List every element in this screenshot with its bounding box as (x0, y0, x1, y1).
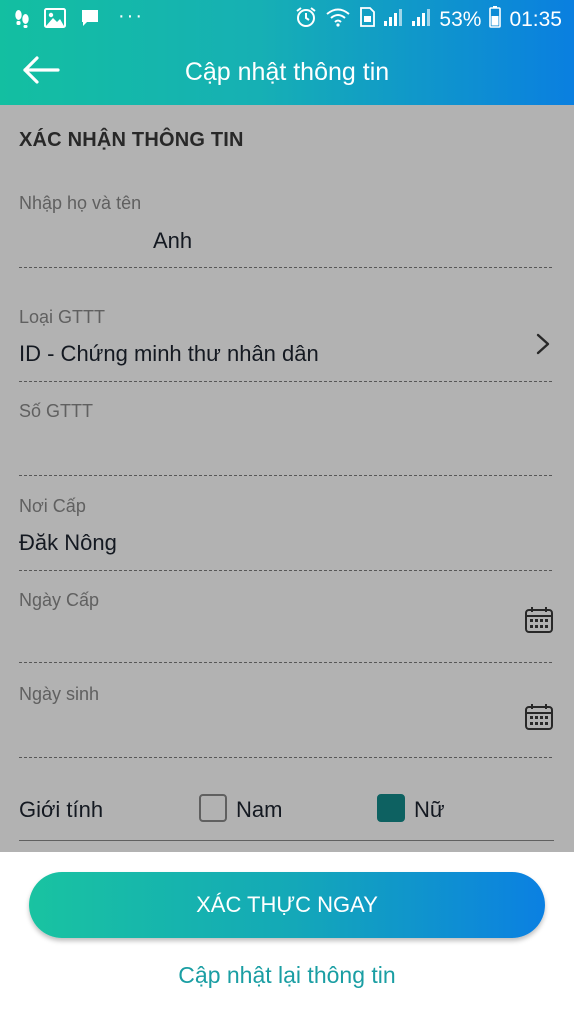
calendar-icon[interactable] (524, 703, 554, 731)
alarm-icon (295, 6, 317, 34)
birth-date-label: Ngày sinh (19, 684, 100, 704)
gender-male-checkbox[interactable] (199, 794, 227, 822)
battery-icon (489, 6, 502, 34)
id-number-label: Số GTTT (19, 401, 94, 421)
full-name-field[interactable]: Nhập họ và tên Anh (19, 187, 552, 268)
chat-icon (80, 8, 100, 33)
gender-female-label[interactable]: Nữ (414, 797, 445, 823)
steps-icon (14, 8, 30, 33)
chevron-right-icon (536, 333, 550, 355)
wifi-icon (325, 7, 351, 33)
gender-female-checkbox[interactable] (377, 794, 405, 822)
issue-date-label: Ngày Cấp (19, 590, 100, 610)
id-number-field[interactable]: Số GTTT (19, 395, 552, 476)
id-type-label: Loại GTTT (19, 307, 106, 327)
section-title: XÁC NHẬN THÔNG TIN (19, 129, 244, 151)
issue-place-label: Nơi Cấp (19, 496, 86, 516)
full-name-label: Nhập họ và tên (19, 193, 142, 213)
status-bar: ··· 53% 01:35 (0, 0, 574, 40)
signal-icon-1 (383, 7, 403, 33)
page-title: Cập nhật thông tin (184, 58, 390, 86)
more-notifications-icon: ··· (118, 5, 144, 27)
bottom-actions: XÁC THỰC NGAY Cập nhật lại thông tin (0, 852, 574, 1020)
issue-date-field[interactable]: Ngày Cấp (19, 584, 554, 663)
id-type-value: ID - Chứng minh thư nhân dân (19, 341, 319, 366)
clock: 01:35 (509, 8, 562, 31)
gender-male-label[interactable]: Nam (236, 797, 282, 823)
form-content: XÁC NHẬN THÔNG TIN Nhập họ và tên Anh Lo… (0, 105, 574, 852)
signal-icon-2 (411, 7, 431, 33)
issue-place-field[interactable]: Nơi Cấp Đăk Nông (19, 490, 552, 571)
battery-percent: 53% (439, 8, 482, 31)
update-again-link[interactable]: Cập nhật lại thông tin (0, 962, 574, 989)
top-header: ··· 53% 01:35 Cập nhật thông tin (0, 0, 574, 105)
gender-row: Giới tính Nam Nữ (19, 785, 554, 841)
gallery-icon (44, 8, 66, 33)
verify-now-button[interactable]: XÁC THỰC NGAY (29, 872, 545, 938)
gender-label: Giới tính (19, 797, 104, 822)
issue-place-value: Đăk Nông (19, 530, 117, 555)
full-name-value: Anh (153, 228, 193, 253)
birth-date-field[interactable]: Ngày sinh (19, 678, 554, 758)
app-bar: Cập nhật thông tin (0, 44, 574, 102)
calendar-icon[interactable] (524, 606, 554, 634)
sim-icon (359, 7, 376, 33)
id-type-field[interactable]: Loại GTTT ID - Chứng minh thư nhân dân (19, 301, 552, 382)
